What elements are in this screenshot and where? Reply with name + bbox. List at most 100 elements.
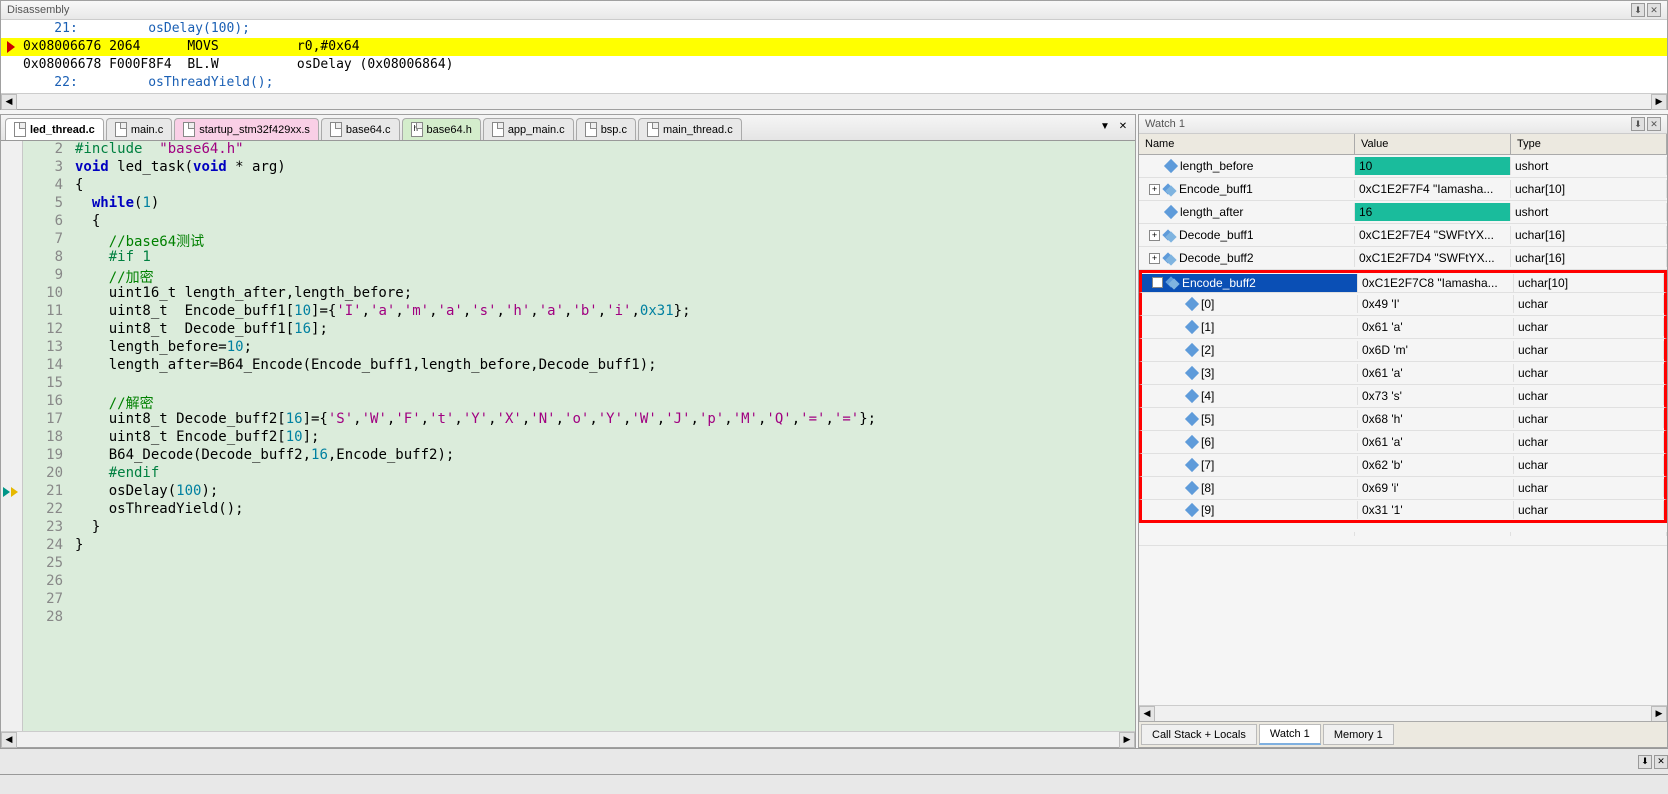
disassembly-panel: Disassembly ⬇ ✕ 21: osDelay(100);0x08006… bbox=[0, 0, 1668, 110]
var-name: [1] bbox=[1201, 320, 1214, 334]
var-icon bbox=[1167, 277, 1178, 288]
col-name[interactable]: Name bbox=[1139, 134, 1355, 154]
watch-row[interactable]: length_before10ushort bbox=[1139, 155, 1667, 178]
var-value[interactable]: 0xC1E2F7C8 "Iamasha... bbox=[1358, 274, 1514, 292]
watch-row[interactable]: [9] 0x31 '1'uchar bbox=[1139, 500, 1667, 523]
var-icon bbox=[1185, 481, 1199, 495]
watch-row[interactable]: [3]0x61 'a'uchar bbox=[1139, 362, 1667, 385]
var-value[interactable]: 16 bbox=[1355, 203, 1511, 221]
var-value[interactable]: 0x49 'I' bbox=[1358, 295, 1514, 313]
bottom-tab-watch-1[interactable]: Watch 1 bbox=[1259, 724, 1321, 745]
bottom-tab-call-stack---locals[interactable]: Call Stack + Locals bbox=[1141, 724, 1257, 745]
watch-title: Watch 1 bbox=[1145, 118, 1185, 130]
tab-label: app_main.c bbox=[508, 124, 565, 136]
tab-base64-h[interactable]: base64.h bbox=[402, 118, 481, 140]
var-icon bbox=[1185, 366, 1199, 380]
scroll-right-icon[interactable]: ▶ bbox=[1651, 94, 1667, 110]
watch-row[interactable]: + Encode_buff10xC1E2F7F4 "Iamasha...ucha… bbox=[1139, 178, 1667, 201]
tab-led_thread-c[interactable]: led_thread.c bbox=[5, 118, 104, 140]
close-icon[interactable]: ✕ bbox=[1647, 117, 1661, 131]
var-name: [3] bbox=[1201, 366, 1214, 380]
code-editor[interactable]: 2345678910111213141516171819202122232425… bbox=[1, 141, 1135, 731]
var-value[interactable]: 0x61 'a' bbox=[1358, 318, 1514, 336]
watch-row[interactable]: [1]0x61 'a'uchar bbox=[1139, 316, 1667, 339]
var-value[interactable]: 0x61 'a' bbox=[1358, 433, 1514, 451]
tab-dropdown-icon[interactable]: ▼ bbox=[1097, 118, 1113, 134]
pin-icon[interactable]: ⬇ bbox=[1631, 3, 1645, 17]
var-value[interactable]: 0x6D 'm' bbox=[1358, 341, 1514, 359]
tab-app_main-c[interactable]: app_main.c bbox=[483, 118, 574, 140]
var-icon bbox=[1164, 159, 1178, 173]
tab-main_thread-c[interactable]: main_thread.c bbox=[638, 118, 742, 140]
col-type[interactable]: Type bbox=[1511, 134, 1667, 154]
collapse-icon[interactable]: - bbox=[1152, 277, 1163, 288]
scroll-left-icon[interactable]: ◀ bbox=[1, 732, 17, 748]
var-value[interactable]: 0x68 'h' bbox=[1358, 410, 1514, 428]
var-name: Decode_buff1 bbox=[1179, 228, 1254, 242]
watch-header: Name Value Type bbox=[1139, 134, 1667, 155]
expand-icon[interactable]: + bbox=[1149, 253, 1160, 264]
scroll-left-icon[interactable]: ◀ bbox=[1139, 706, 1155, 722]
file-icon bbox=[183, 122, 195, 137]
var-value[interactable]: 0x62 'b' bbox=[1358, 456, 1514, 474]
var-name: [0] bbox=[1201, 297, 1214, 311]
var-type: uchar bbox=[1514, 295, 1664, 313]
tab-main-c[interactable]: main.c bbox=[106, 118, 172, 140]
bottom-tab-memory-1[interactable]: Memory 1 bbox=[1323, 724, 1394, 745]
var-value[interactable]: 0x69 'i' bbox=[1358, 479, 1514, 497]
disassembly-body[interactable]: 21: osDelay(100);0x08006676 2064 MOVS r0… bbox=[1, 20, 1667, 93]
tab-label: startup_stm32f429xx.s bbox=[199, 124, 310, 136]
watch-row[interactable]: [0] 0x49 'I'uchar bbox=[1139, 293, 1667, 316]
status-bar: ⬇ ✕ bbox=[0, 748, 1668, 774]
pin-icon[interactable]: ⬇ bbox=[1638, 755, 1652, 769]
watch-body[interactable]: length_before 10 ushort + Encode_buff10xC1E… bbox=[1139, 155, 1667, 705]
disassembly-titlebar[interactable]: Disassembly ⬇ ✕ bbox=[1, 1, 1667, 20]
pin-icon[interactable]: ⬇ bbox=[1631, 117, 1645, 131]
close-icon[interactable]: ✕ bbox=[1654, 755, 1668, 769]
col-value[interactable]: Value bbox=[1355, 134, 1511, 154]
var-name: [8] bbox=[1201, 481, 1214, 495]
watch-titlebar[interactable]: Watch 1 ⬇ ✕ bbox=[1139, 115, 1667, 134]
var-type: uchar bbox=[1514, 479, 1664, 497]
watch-h-scrollbar[interactable]: ◀ ▶ bbox=[1139, 705, 1667, 721]
tab-bsp-c[interactable]: bsp.c bbox=[576, 118, 636, 140]
var-value[interactable]: 0xC1E2F7D4 "SWFtYX... bbox=[1355, 249, 1511, 267]
var-name: [5] bbox=[1201, 412, 1214, 426]
tab-startup_stm32f429xx-s[interactable]: startup_stm32f429xx.s bbox=[174, 118, 319, 140]
var-type: uchar bbox=[1514, 501, 1664, 519]
watch-row[interactable]: + Decode_buff20xC1E2F7D4 "SWFtYX...uchar… bbox=[1139, 247, 1667, 270]
editor-h-scrollbar[interactable]: ◀ ▶ bbox=[1, 731, 1135, 747]
var-type: uchar bbox=[1514, 433, 1664, 451]
var-icon bbox=[1164, 230, 1175, 241]
var-type: ushort bbox=[1511, 203, 1667, 221]
watch-row[interactable]: [8] 0x69 'i'uchar bbox=[1139, 477, 1667, 500]
close-icon[interactable]: ✕ bbox=[1647, 3, 1661, 17]
watch-row[interactable]: + Decode_buff10xC1E2F7E4 "SWFtYX...uchar… bbox=[1139, 224, 1667, 247]
var-value[interactable]: 10 bbox=[1355, 157, 1511, 175]
tab-label: main_thread.c bbox=[663, 124, 733, 136]
scroll-right-icon[interactable]: ▶ bbox=[1651, 706, 1667, 722]
watch-row[interactable]: [2]0x6D 'm'uchar bbox=[1139, 339, 1667, 362]
h-scrollbar[interactable]: ◀ ▶ bbox=[1, 93, 1667, 109]
var-name: length_before bbox=[1180, 159, 1253, 173]
watch-row[interactable]: length_after16ushort bbox=[1139, 201, 1667, 224]
tab-base64-c[interactable]: base64.c bbox=[321, 118, 400, 140]
var-value[interactable]: 0x73 's' bbox=[1358, 387, 1514, 405]
tab-close-icon[interactable]: ✕ bbox=[1115, 118, 1131, 134]
var-value[interactable]: 0x61 'a' bbox=[1358, 364, 1514, 382]
expand-icon[interactable]: + bbox=[1149, 184, 1160, 195]
var-name: [9] bbox=[1201, 503, 1214, 517]
var-value[interactable]: 0x31 '1' bbox=[1358, 501, 1514, 519]
scroll-right-icon[interactable]: ▶ bbox=[1119, 732, 1135, 748]
scroll-left-icon[interactable]: ◀ bbox=[1, 94, 17, 110]
var-type: uchar bbox=[1514, 456, 1664, 474]
watch-row[interactable]: [6]0x61 'a'uchar bbox=[1139, 431, 1667, 454]
var-value[interactable]: 0xC1E2F7E4 "SWFtYX... bbox=[1355, 226, 1511, 244]
watch-row[interactable]: - Encode_buff20xC1E2F7C8 "Iamasha...ucha… bbox=[1139, 270, 1667, 293]
watch-row[interactable]: [5]0x68 'h'uchar bbox=[1139, 408, 1667, 431]
expand-icon[interactable]: + bbox=[1149, 230, 1160, 241]
var-value[interactable]: 0xC1E2F7F4 "Iamasha... bbox=[1355, 180, 1511, 198]
var-type: uchar[10] bbox=[1511, 180, 1667, 198]
watch-row[interactable]: [7]0x62 'b'uchar bbox=[1139, 454, 1667, 477]
watch-row[interactable]: [4]0x73 's'uchar bbox=[1139, 385, 1667, 408]
